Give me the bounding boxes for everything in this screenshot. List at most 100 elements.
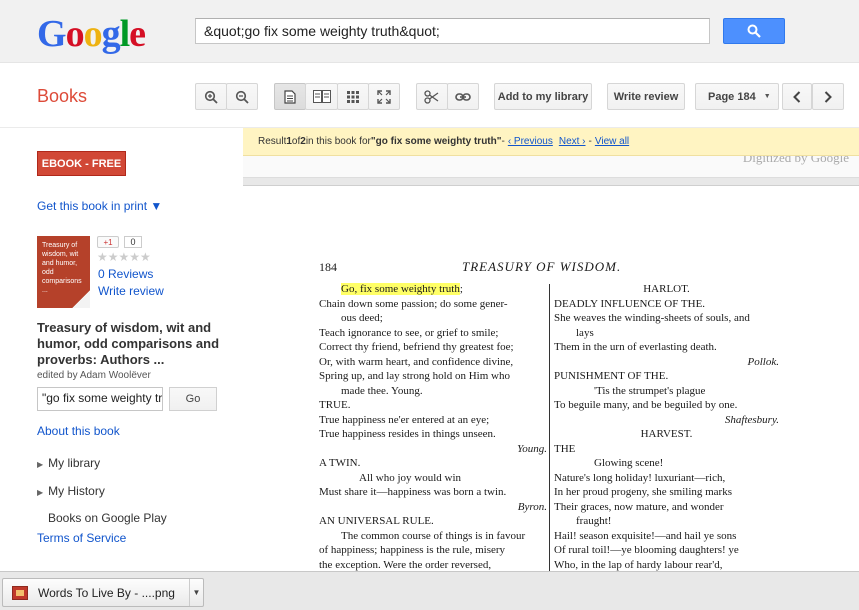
- link-button[interactable]: [447, 83, 479, 110]
- download-bar: Words To Live By - ....png ▼: [0, 571, 859, 610]
- page-text-line: made thee. Young.: [341, 384, 423, 397]
- page-gap: [243, 178, 859, 186]
- left-column: Go, fix some weighty truth; Chain down so…: [319, 282, 547, 571]
- add-to-library-button[interactable]: Add to my library: [494, 83, 592, 110]
- two-page-button[interactable]: [305, 83, 338, 110]
- page-text-line: The common course of things is in favour: [341, 529, 526, 542]
- previous-result-link[interactable]: ‹ Previous: [508, 136, 553, 147]
- clip-button[interactable]: [416, 83, 448, 110]
- book-cover-text: Treasury of wisdom, wit and humor, odd c…: [42, 242, 82, 294]
- page-text-line: fraught!: [576, 515, 612, 527]
- prev-page-button[interactable]: [782, 83, 812, 110]
- triangle-right-icon: ▶: [37, 488, 44, 497]
- page-text-line: Correct thy friend, befriend thy greates…: [319, 341, 514, 353]
- search-query: "go fix some weighty truth": [370, 136, 502, 147]
- logo-letter: g: [101, 13, 121, 55]
- next-page-button[interactable]: [812, 83, 844, 110]
- page-text-line: DEADLY INFLUENCE OF THE.: [554, 297, 706, 310]
- page-text-line: Byron.: [517, 500, 547, 513]
- zoom-out-icon: [235, 90, 249, 104]
- page-text-line: Their graces, now mature, and wonder: [554, 500, 724, 513]
- book-page-viewer[interactable]: Digitized by Google 184 TREASURY OF WISD…: [243, 156, 859, 571]
- banner-text: of: [291, 136, 301, 147]
- book-cover[interactable]: Treasury of wisdom, wit and humor, odd c…: [37, 236, 90, 308]
- search-button[interactable]: [723, 18, 785, 44]
- column-divider: [549, 284, 550, 571]
- page-watermark: Digitized by Google: [742, 156, 849, 165]
- single-page-button[interactable]: [274, 83, 306, 110]
- page-text-line: Shaftesbury.: [724, 413, 779, 426]
- logo-letter: G: [37, 13, 67, 55]
- top-search-bar: Google &quot;go fix some weighty truth&q…: [0, 0, 859, 63]
- page-number: 184: [319, 260, 337, 274]
- search-result-banner: Result 1 of 2 in this book for "go fix s…: [243, 128, 859, 156]
- page-text-line: A TWIN.: [319, 457, 361, 469]
- sidebar-item-google-play[interactable]: Books on Google Play: [48, 511, 167, 525]
- page-text-line: She weaves the winding-sheets of souls, …: [554, 312, 750, 324]
- page-text-line: Young.: [517, 442, 547, 455]
- page-text-line: of happiness; happiness is the rule, mis…: [319, 544, 506, 556]
- sidebar-item-my-history[interactable]: ▶ My History: [37, 484, 105, 498]
- page-text-line: Them in the urn of everlasting death.: [554, 341, 717, 353]
- single-page-icon: [284, 89, 296, 104]
- in-book-search-input[interactable]: "go fix some weighty truth": [37, 387, 163, 411]
- page-text-line: Or, with warm heart, and confidence divi…: [319, 355, 514, 368]
- sidebar-write-review-link[interactable]: Write review: [98, 284, 164, 298]
- chevron-down-icon: ▼: [763, 93, 771, 100]
- thumbnail-view-button[interactable]: [337, 83, 369, 110]
- sidebar-item-label: My library: [48, 456, 101, 470]
- zoom-out-button[interactable]: [226, 83, 258, 110]
- chevron-down-icon[interactable]: ▼: [189, 579, 203, 606]
- page-text-line: lays: [576, 326, 594, 339]
- sidebar-item-my-library[interactable]: ▶ My library: [37, 456, 100, 470]
- triangle-right-icon: ▶: [37, 460, 44, 469]
- book-editor: edited by Adam Woolëver: [37, 370, 151, 381]
- banner-text: in this book for: [305, 136, 371, 147]
- page-text-line: THE: [554, 442, 576, 455]
- page-select-dropdown[interactable]: Page 184 ▼: [695, 83, 779, 110]
- page-text-line: Spring up, and lay strong hold on Him wh…: [319, 370, 510, 382]
- ebook-free-button[interactable]: EBOOK - FREE: [37, 151, 126, 176]
- next-result-link[interactable]: Next ›: [559, 136, 586, 147]
- download-filename: Words To Live By - ....png: [38, 585, 175, 600]
- search-input[interactable]: &quot;go fix some weighty truth&quot;: [195, 18, 710, 44]
- separator: -: [588, 136, 592, 147]
- zoom-in-button[interactable]: [195, 83, 227, 110]
- previous-page-edge: Digitized by Google: [243, 156, 859, 178]
- page-text-line: Pollok.: [747, 355, 779, 368]
- page-text-line: In her proud progeny, she smiling marks: [554, 486, 733, 498]
- separator: -: [501, 136, 505, 147]
- logo-letter: o: [83, 13, 103, 55]
- page-text-line: HARVEST.: [640, 428, 693, 440]
- write-review-button[interactable]: Write review: [607, 83, 685, 110]
- get-book-in-print-link[interactable]: Get this book in print ▼: [37, 199, 162, 213]
- about-this-book-link[interactable]: About this book: [37, 424, 120, 438]
- books-toolbar: Books Add to my library Write review Pag…: [0, 64, 859, 128]
- page-text-line: HARLOT.: [643, 283, 690, 295]
- right-column: HARLOT. DEADLY INFLUENCE OF THE. She weave…: [554, 282, 779, 571]
- books-title[interactable]: Books: [37, 86, 87, 107]
- download-item[interactable]: Words To Live By - ....png ▼: [2, 578, 204, 607]
- page-text-line: Teach ignorance to see, or grief to smil…: [319, 326, 499, 339]
- page-text-line: True happiness ne'er entered at an eye;: [319, 413, 490, 426]
- rating-stars[interactable]: ★★★★★: [97, 250, 151, 264]
- sidebar-item-label: My History: [48, 484, 105, 498]
- punctuation: ;: [459, 283, 463, 295]
- page-text-line: Of rural toil!—ye blooming daughters! ye: [554, 544, 739, 556]
- google-plus-one-button[interactable]: +1: [97, 236, 119, 248]
- go-button[interactable]: Go: [169, 387, 217, 411]
- fullscreen-button[interactable]: [368, 83, 400, 110]
- logo-letter: o: [65, 13, 85, 55]
- next-page-icon: [824, 90, 832, 103]
- view-all-link[interactable]: View all: [595, 136, 629, 147]
- plus-one-count: 0: [124, 236, 142, 248]
- google-logo[interactable]: Google: [37, 12, 146, 56]
- page-text-line: Nature's long holiday! luxuriant—rich,: [554, 471, 726, 484]
- logo-letter: l: [119, 13, 131, 55]
- reviews-link[interactable]: 0 Reviews: [98, 267, 153, 281]
- page-text-line: Glowing scene!: [594, 457, 664, 469]
- page-text-line: Chain down some passion; do some gener-: [319, 297, 508, 310]
- book-title: Treasury of wisdom, wit and humor, odd c…: [37, 320, 220, 367]
- terms-of-service-link[interactable]: Terms of Service: [37, 531, 126, 545]
- logo-letter: e: [129, 13, 146, 55]
